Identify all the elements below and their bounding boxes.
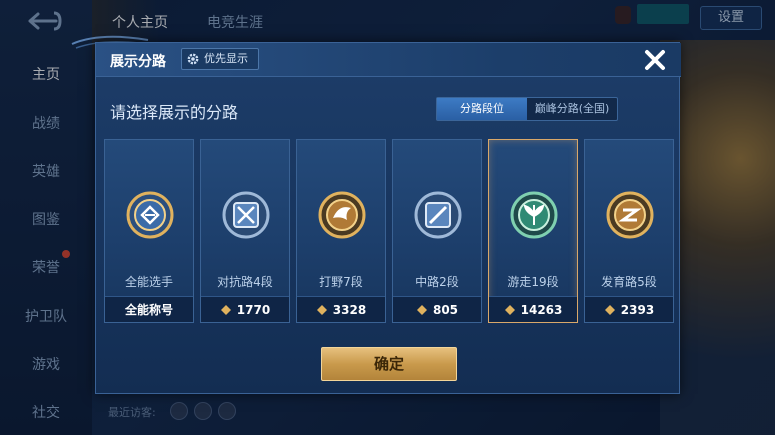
confirm-button[interactable]: 确定 <box>321 347 457 381</box>
jungle-emblem-icon <box>318 191 366 239</box>
rank-points-icon <box>416 304 427 315</box>
rank-points-icon <box>504 304 515 315</box>
card-points-value: 3328 <box>332 302 367 317</box>
card-lane-name: 中路2段 <box>415 275 459 289</box>
dialog-header: 展示分路 优先显示 <box>96 43 681 77</box>
roam-emblem-icon <box>510 191 558 239</box>
card-points-footer: 2393 <box>585 296 673 322</box>
lane-card-jungle[interactable]: 打野7段 3328 <box>296 139 386 323</box>
rank-points-icon <box>316 304 327 315</box>
lane-card-farm[interactable]: 发育路5段 2393 <box>584 139 674 323</box>
card-points-footer: 3328 <box>297 296 385 322</box>
card-lane-name: 全能选手 <box>124 275 173 289</box>
card-points-value: 14263 <box>520 302 563 317</box>
clash-lane-emblem-icon <box>222 191 270 239</box>
card-foot-value: 全能称号 <box>124 303 173 317</box>
card-lane-name: 发育路5段 <box>601 275 657 289</box>
farm-lane-emblem-icon <box>606 191 654 239</box>
close-icon[interactable] <box>640 45 670 75</box>
card-lane-name: 游走19段 <box>507 275 559 289</box>
gear-icon <box>187 53 199 65</box>
card-title-footer: 全能称号 <box>105 296 193 322</box>
lane-card-mid[interactable]: 中路2段 805 <box>392 139 482 323</box>
card-points-value: 2393 <box>620 302 655 317</box>
mid-lane-emblem-icon <box>414 191 462 239</box>
tab-lane-rank[interactable]: 分路段位 <box>437 98 527 120</box>
dialog-title: 展示分路 <box>110 54 166 70</box>
card-points-value: 805 <box>432 302 459 317</box>
card-lane-name: 对抗路4段 <box>217 275 273 289</box>
card-points-footer: 1770 <box>201 296 289 322</box>
rank-points-icon <box>220 304 231 315</box>
all-round-emblem-icon <box>126 191 174 239</box>
dialog-subtitle: 请选择展示的分路 <box>110 103 239 122</box>
rank-points-icon <box>604 304 615 315</box>
tab-peak-lane-national[interactable]: 巅峰分路(全国) <box>527 98 617 120</box>
priority-display-label: 优先显示 <box>204 52 248 65</box>
lane-mode-toggle: 分路段位 巅峰分路(全国) <box>436 97 618 121</box>
lane-card-clash[interactable]: 对抗路4段 1770 <box>200 139 290 323</box>
lane-card-all-round[interactable]: 全能选手 全能称号 <box>104 139 194 323</box>
lane-card-roam[interactable]: 游走19段 14263 <box>488 139 578 323</box>
card-points-footer: 14263 <box>489 296 577 322</box>
card-points-footer: 805 <box>393 296 481 322</box>
card-lane-name: 打野7段 <box>319 275 363 289</box>
priority-display-button[interactable]: 优先显示 <box>181 48 259 70</box>
display-lane-dialog: 展示分路 优先显示 请选择展示的分路 分路段位 巅峰分路(全国) 全能选手 全能… <box>95 42 681 394</box>
lane-card-list: 全能选手 全能称号 对抗路4段 1770 打野7段 3328 中路2段 805 … <box>104 139 674 324</box>
card-points-value: 1770 <box>236 302 271 317</box>
